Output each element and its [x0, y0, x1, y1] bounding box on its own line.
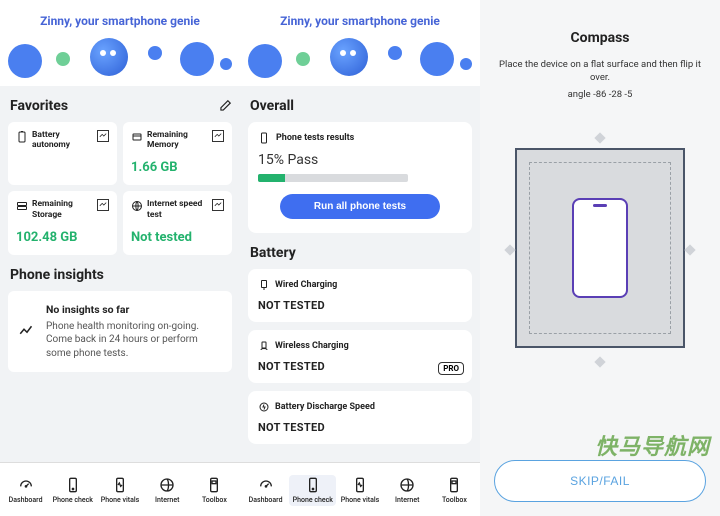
fav-card-storage[interactable]: Remaining Storage 102.48 GB: [8, 191, 117, 254]
globe-icon: [399, 477, 415, 493]
test-label: Wireless Charging: [275, 341, 349, 351]
progress-bar: [258, 174, 408, 182]
insights-title: Phone insights: [10, 267, 232, 283]
compass-instruction: Place the device on a flat surface and t…: [492, 58, 708, 85]
fav-value: Not tested: [131, 230, 224, 245]
skip-fail-button[interactable]: SKIP/FAIL: [494, 460, 706, 502]
results-label: Phone tests results: [276, 133, 354, 143]
nav-toolbox[interactable]: Toolbox: [431, 475, 478, 506]
banner-title: Zinny, your smartphone genie: [0, 0, 240, 28]
expand-icon[interactable]: [97, 130, 109, 142]
fav-label: Remaining Storage: [32, 199, 93, 219]
nav-internet[interactable]: Internet: [384, 475, 431, 506]
nav-label: Phone check: [293, 496, 333, 504]
test-status: NOT TESTED: [258, 421, 462, 434]
screen-dashboard: Zinny, your smartphone genie Favorites: [0, 0, 240, 516]
dashboard-icon: [18, 477, 34, 493]
nav-label: Phone vitals: [101, 496, 139, 504]
internet-icon: [131, 200, 143, 212]
plug-icon: [258, 279, 270, 291]
compass-title: Compass: [571, 30, 630, 46]
nav-dashboard[interactable]: Dashboard: [242, 475, 289, 506]
watermark: 快马导航网: [595, 429, 710, 461]
nav-phonevitals[interactable]: Phone vitals: [96, 475, 143, 506]
fav-value: 102.48 GB: [16, 230, 109, 245]
pro-badge: PRO: [438, 362, 464, 375]
run-tests-button[interactable]: Run all phone tests: [280, 194, 440, 219]
nav-label: Phone vitals: [341, 496, 379, 504]
test-card-wired[interactable]: Wired Charging NOT TESTED: [248, 269, 472, 322]
fav-card-memory[interactable]: Remaining Memory 1.66 GB: [123, 122, 232, 185]
bottom-nav: Dashboard Phone check Phone vitals Inter…: [240, 462, 480, 516]
nav-toolbox[interactable]: Toolbox: [191, 475, 238, 506]
nav-phonevitals[interactable]: Phone vitals: [336, 475, 383, 506]
compass-angle: angle -86 -28 -5: [568, 89, 633, 100]
test-status: NOT TESTED: [258, 360, 462, 373]
expand-icon[interactable]: [97, 199, 109, 211]
toolbox-icon: [446, 477, 462, 493]
fav-card-internet[interactable]: Internet speed test Not tested: [123, 191, 232, 254]
test-label: Wired Charging: [275, 280, 337, 290]
insights-body: Phone health monitoring on-going. Come b…: [46, 320, 222, 361]
favorites-title: Favorites: [10, 98, 232, 114]
wireless-icon: [258, 340, 270, 352]
tests-icon: [258, 132, 270, 144]
favorites-label: Favorites: [10, 98, 68, 114]
fav-card-battery[interactable]: Battery autonomy: [8, 122, 117, 185]
banner-title: Zinny, your smartphone genie: [240, 0, 480, 28]
fav-label: Internet speed test: [147, 199, 208, 219]
overall-card: Phone tests results 15% Pass Run all pho…: [248, 122, 472, 233]
screen-phonecheck: Zinny, your smartphone genie Overall Pho…: [240, 0, 480, 516]
device-illustration: [515, 148, 685, 348]
insights-head: No insights so far: [46, 303, 222, 316]
nav-label: Toolbox: [442, 496, 467, 504]
phone-outline-icon: [572, 198, 628, 298]
memory-icon: [131, 131, 143, 143]
phonecheck-icon: [65, 477, 81, 493]
test-card-discharge[interactable]: Battery Discharge Speed NOT TESTED: [248, 391, 472, 444]
nav-label: Dashboard: [249, 496, 283, 504]
fav-label: Remaining Memory: [147, 130, 208, 150]
phonecheck-icon: [305, 477, 321, 493]
nav-phonecheck[interactable]: Phone check: [49, 475, 96, 506]
globe-icon: [159, 477, 175, 493]
dashboard-icon: [258, 477, 274, 493]
discharge-icon: [258, 401, 270, 413]
insights-card: No insights so far Phone health monitori…: [8, 291, 232, 373]
fav-value: 1.66 GB: [131, 160, 224, 175]
bottom-nav: Dashboard Phone check Phone vitals Inter…: [0, 462, 240, 516]
expand-icon[interactable]: [212, 130, 224, 142]
battery-icon: [16, 131, 28, 143]
nav-label: Toolbox: [202, 496, 227, 504]
nav-label: Internet: [155, 496, 179, 504]
nav-label: Phone check: [53, 496, 93, 504]
nav-dashboard[interactable]: Dashboard: [2, 475, 49, 506]
vitals-icon: [352, 477, 368, 493]
nav-phonecheck[interactable]: Phone check: [289, 475, 336, 506]
nav-label: Dashboard: [9, 496, 43, 504]
banner: Zinny, your smartphone genie: [240, 0, 480, 86]
storage-icon: [16, 200, 28, 212]
pass-text: 15% Pass: [258, 152, 462, 168]
toolbox-icon: [206, 477, 222, 493]
expand-icon[interactable]: [212, 199, 224, 211]
test-status: NOT TESTED: [258, 299, 462, 312]
battery-section-title: Battery: [250, 245, 472, 261]
banner: Zinny, your smartphone genie: [0, 0, 240, 86]
edit-icon[interactable]: [218, 99, 232, 113]
insights-icon: [18, 321, 36, 339]
vitals-icon: [112, 477, 128, 493]
fav-label: Battery autonomy: [32, 130, 93, 150]
test-card-wireless[interactable]: Wireless Charging NOT TESTED PRO: [248, 330, 472, 383]
nav-internet[interactable]: Internet: [144, 475, 191, 506]
nav-label: Internet: [395, 496, 419, 504]
overall-title: Overall: [250, 98, 472, 114]
test-label: Battery Discharge Speed: [275, 402, 375, 412]
